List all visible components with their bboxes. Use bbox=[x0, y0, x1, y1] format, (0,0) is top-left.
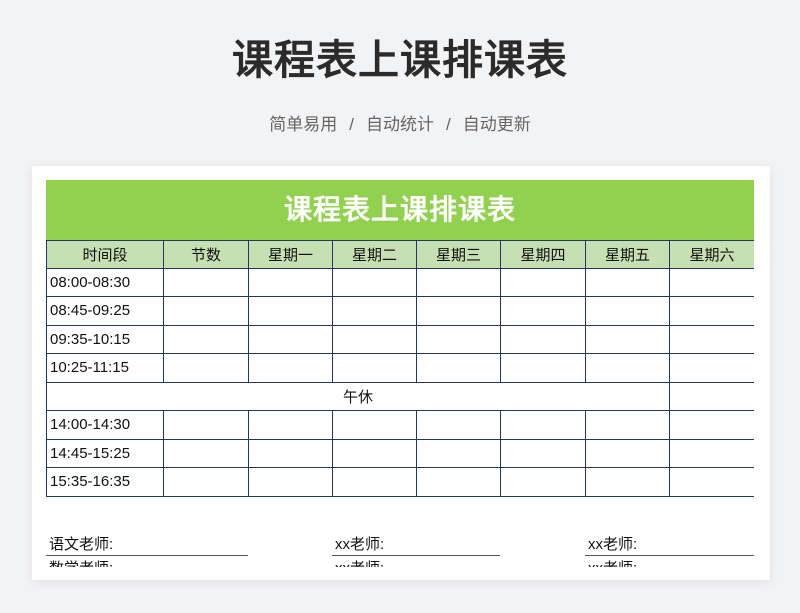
schedule-cell bbox=[501, 268, 586, 297]
schedule-cell bbox=[333, 297, 417, 326]
schedule-cell bbox=[249, 268, 333, 297]
schedule-cell bbox=[333, 268, 417, 297]
template-preview-card[interactable]: 课程表上课排课表 时间段 节数 星期一 星期二 星期三 星期四 星期五 星期六 bbox=[32, 166, 770, 580]
schedule-cell bbox=[670, 468, 754, 497]
col-header-fri: 星期五 bbox=[586, 241, 670, 269]
schedule-cell bbox=[586, 268, 670, 297]
schedule-cell bbox=[670, 297, 754, 326]
col-header-thu: 星期四 bbox=[501, 241, 586, 269]
schedule-cell bbox=[670, 354, 754, 383]
table-row: 08:00-08:30 bbox=[47, 268, 754, 297]
schedule-cell bbox=[501, 325, 586, 354]
schedule-cell bbox=[164, 297, 249, 326]
schedule-cell bbox=[164, 325, 249, 354]
schedule-cell bbox=[586, 297, 670, 326]
teacher-field: 语文老师: bbox=[46, 534, 248, 556]
time-slot: 08:00-08:30 bbox=[47, 268, 164, 297]
table-row: 08:45-09:25 bbox=[47, 297, 754, 326]
feature-stats: 自动统计 bbox=[366, 115, 434, 134]
schedule-cell bbox=[164, 354, 249, 383]
schedule-cell bbox=[333, 325, 417, 354]
time-slot: 08:45-09:25 bbox=[47, 297, 164, 326]
schedule-cell bbox=[164, 439, 249, 468]
schedule-cell bbox=[164, 268, 249, 297]
schedule-cell bbox=[249, 411, 333, 440]
schedule-cell bbox=[249, 468, 333, 497]
schedule-cell bbox=[333, 468, 417, 497]
schedule-cell bbox=[417, 411, 501, 440]
schedule-cell bbox=[417, 354, 501, 383]
page-title: 课程表上课排课表 bbox=[232, 37, 568, 83]
schedule-cell bbox=[501, 411, 586, 440]
col-header-tue: 星期二 bbox=[333, 241, 417, 269]
col-header-wed: 星期三 bbox=[417, 241, 501, 269]
col-header-mon: 星期一 bbox=[249, 241, 333, 269]
schedule-cell bbox=[586, 325, 670, 354]
col-header-time: 时间段 bbox=[47, 241, 164, 269]
teacher-field: 数学老师: bbox=[46, 558, 248, 567]
feature-easy: 简单易用 bbox=[269, 115, 338, 134]
lunch-break-label: 午休 bbox=[47, 382, 670, 411]
schedule-cell bbox=[670, 326, 754, 354]
schedule-cell bbox=[670, 383, 754, 411]
time-slot: 10:25-11:15 bbox=[47, 354, 164, 383]
schedule-cell bbox=[333, 354, 417, 383]
separator: / bbox=[446, 115, 451, 134]
schedule-cell bbox=[249, 439, 333, 468]
teacher-field: xx老师: bbox=[332, 558, 500, 567]
separator: / bbox=[349, 115, 354, 134]
schedule-cell bbox=[164, 468, 249, 497]
schedule-cell bbox=[670, 440, 754, 468]
schedule-cell bbox=[164, 411, 249, 440]
lunch-row: 午休 bbox=[47, 382, 754, 411]
schedule-cell bbox=[417, 325, 501, 354]
schedule-cell bbox=[249, 325, 333, 354]
timetable: 时间段 节数 星期一 星期二 星期三 星期四 星期五 星期六 08:00-08:… bbox=[46, 240, 754, 497]
time-slot: 14:00-14:30 bbox=[47, 411, 164, 440]
schedule-cell bbox=[501, 468, 586, 497]
schedule-cell bbox=[501, 297, 586, 326]
table-row: 14:00-14:30 bbox=[47, 411, 754, 440]
schedule-cell bbox=[501, 439, 586, 468]
schedule-cell bbox=[417, 439, 501, 468]
col-header-sat: 星期六 bbox=[670, 241, 754, 269]
table-row: 09:35-10:15 bbox=[47, 325, 754, 354]
schedule-cell bbox=[249, 297, 333, 326]
table-row: 15:35-16:35 bbox=[47, 468, 754, 497]
schedule-cell bbox=[333, 439, 417, 468]
col-header-period: 节数 bbox=[164, 241, 249, 269]
schedule-cell bbox=[417, 268, 501, 297]
sheet-preview: 课程表上课排课表 时间段 节数 星期一 星期二 星期三 星期四 星期五 星期六 bbox=[46, 180, 754, 567]
header-row: 时间段 节数 星期一 星期二 星期三 星期四 星期五 星期六 bbox=[47, 241, 754, 269]
schedule-cell bbox=[586, 439, 670, 468]
schedule-cell bbox=[417, 468, 501, 497]
feature-list: 简单易用 / 自动统计 / 自动更新 bbox=[0, 113, 800, 137]
teacher-field: xx老师: bbox=[585, 534, 754, 556]
schedule-cell bbox=[670, 269, 754, 297]
schedule-cell bbox=[586, 468, 670, 497]
schedule-cell bbox=[586, 411, 670, 440]
feature-update: 自动更新 bbox=[462, 115, 531, 134]
schedule-cell bbox=[586, 354, 670, 383]
time-slot: 09:35-10:15 bbox=[47, 325, 164, 354]
schedule-cell bbox=[417, 297, 501, 326]
sheet-title: 课程表上课排课表 bbox=[46, 180, 754, 240]
schedule-cell bbox=[333, 411, 417, 440]
table-row: 14:45-15:25 bbox=[47, 439, 754, 468]
schedule-cell bbox=[249, 354, 333, 383]
schedule-cell bbox=[501, 354, 586, 383]
table-row: 10:25-11:15 bbox=[47, 354, 754, 383]
teacher-field: xx老师: bbox=[585, 558, 754, 567]
time-slot: 15:35-16:35 bbox=[47, 468, 164, 497]
teacher-field: xx老师: bbox=[332, 534, 500, 556]
schedule-cell bbox=[670, 411, 754, 440]
time-slot: 14:45-15:25 bbox=[47, 439, 164, 468]
